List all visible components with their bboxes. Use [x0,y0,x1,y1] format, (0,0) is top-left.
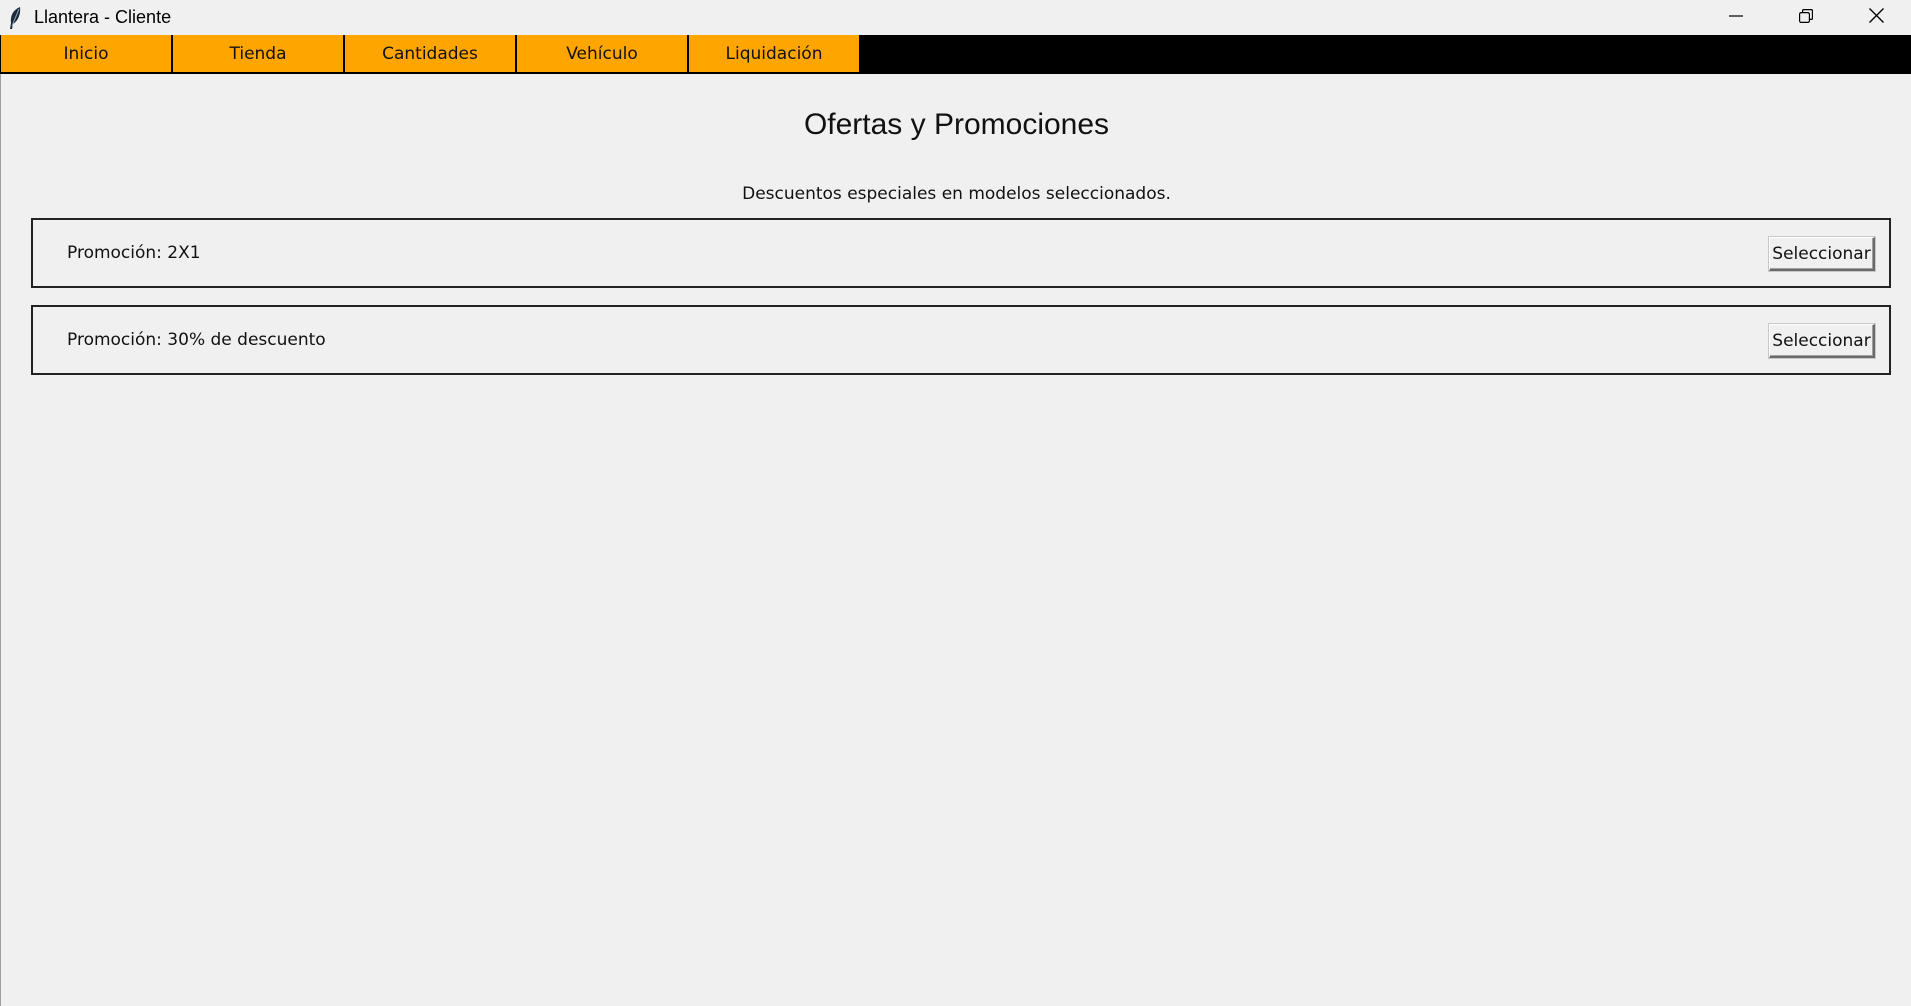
feather-icon [4,5,26,31]
menu-item-tienda[interactable]: Tienda [173,35,345,74]
main-content: Ofertas y Promociones Descuentos especia… [0,74,1911,1006]
restore-button[interactable] [1771,0,1841,35]
page-title: Ofertas y Promociones [803,108,1110,141]
menu-item-inicio[interactable]: Inicio [0,35,173,74]
close-button[interactable] [1841,0,1911,35]
title-bar: Llantera - Cliente [0,0,1911,35]
menu-item-cantidades[interactable]: Cantidades [345,35,517,74]
close-icon [1868,8,1884,27]
restore-icon [1799,8,1813,27]
menu-item-vehiculo[interactable]: Vehículo [517,35,689,74]
minimize-button[interactable] [1701,0,1771,35]
window-title: Llantera - Cliente [34,7,172,27]
promotion-card: Promoción: 2X1 Seleccionar [31,218,1891,288]
promotion-label: Promoción: 30% de descuento [67,330,326,350]
select-promotion-button[interactable]: Seleccionar [1769,237,1875,271]
select-promotion-button[interactable]: Seleccionar [1769,324,1875,358]
promotion-label: Promoción: 2X1 [67,243,201,263]
page-subtitle: Descuentos especiales en modelos selecci… [742,184,1171,204]
promotion-card: Promoción: 30% de descuento Seleccionar [31,305,1891,375]
minimize-icon [1729,8,1743,27]
window-controls [1701,0,1911,35]
menu-item-liquidacion[interactable]: Liquidación [689,35,861,74]
menu-bar: Inicio Tienda Cantidades Vehículo Liquid… [0,35,1911,74]
